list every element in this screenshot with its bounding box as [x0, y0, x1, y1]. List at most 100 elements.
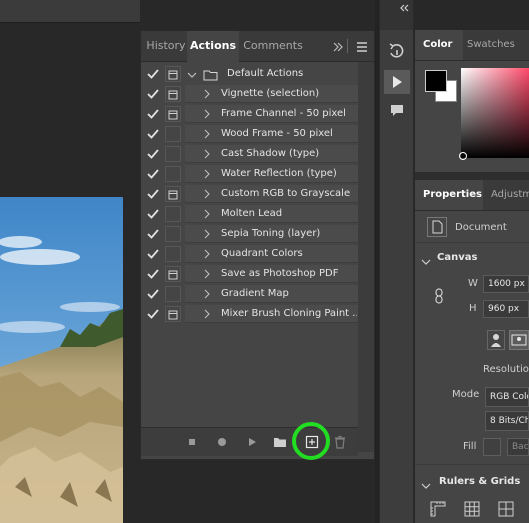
action-row[interactable]: Molten Lead — [141, 204, 358, 224]
dialog-toggle-icon[interactable] — [165, 306, 181, 322]
action-set-row[interactable]: Default Actions — [141, 64, 358, 84]
chevron-right-icon[interactable] — [203, 85, 211, 103]
tab-comments[interactable]: Comments — [241, 31, 305, 61]
check-icon[interactable] — [145, 86, 161, 102]
dialog-toggle-empty[interactable] — [165, 126, 181, 142]
record-icon[interactable] — [213, 433, 231, 451]
link-icon[interactable] — [433, 288, 445, 304]
tab-actions[interactable]: Actions — [187, 31, 239, 62]
check-icon[interactable] — [145, 246, 161, 262]
document-photo[interactable] — [0, 197, 123, 523]
dialog-toggle-icon[interactable] — [165, 186, 181, 202]
dialog-toggle-icon[interactable] — [165, 266, 181, 282]
tab-adjustments[interactable]: Adjustm — [483, 180, 529, 210]
check-icon[interactable] — [145, 186, 161, 202]
check-icon[interactable] — [145, 166, 161, 182]
chevron-right-icon[interactable] — [203, 205, 211, 223]
action-row[interactable]: Quadrant Colors — [141, 244, 358, 264]
height-field[interactable]: 960 px — [483, 300, 529, 318]
check-icon[interactable] — [145, 126, 161, 142]
action-item[interactable]: Cast Shadow (type) — [185, 145, 358, 163]
check-icon[interactable] — [145, 286, 161, 302]
dialog-toggle-icon[interactable] — [165, 66, 181, 82]
tab-swatches[interactable]: Swatches — [459, 30, 527, 60]
dialog-toggle-empty[interactable] — [165, 246, 181, 262]
portrait-orientation-icon[interactable] — [487, 330, 505, 350]
dialog-toggle-icon[interactable] — [165, 106, 181, 122]
chevron-right-icon[interactable] — [203, 225, 211, 243]
action-item[interactable]: Molten Lead — [185, 205, 358, 223]
stop-icon[interactable] — [183, 433, 201, 451]
dialog-toggle-empty[interactable] — [165, 206, 181, 222]
landscape-orientation-icon[interactable] — [509, 330, 529, 350]
color-picker-field[interactable] — [461, 68, 529, 158]
action-row[interactable]: Frame Channel - 50 pixel — [141, 104, 358, 124]
actions-panel-button[interactable] — [384, 70, 410, 94]
fill-color-swatch[interactable] — [483, 438, 501, 456]
width-field[interactable]: 1600 px — [483, 275, 529, 293]
dialog-toggle-icon[interactable] — [165, 86, 181, 102]
chevron-right-icon[interactable] — [203, 125, 211, 143]
action-item[interactable]: Save as Photoshop PDF — [185, 265, 358, 283]
play-icon[interactable] — [243, 433, 261, 451]
action-row[interactable]: Custom RGB to Grayscale — [141, 184, 358, 204]
trash-icon[interactable] — [331, 433, 349, 451]
check-icon[interactable] — [145, 146, 161, 162]
comment-icon[interactable] — [384, 98, 410, 122]
action-row[interactable]: Cast Shadow (type) — [141, 144, 358, 164]
chevron-down-icon[interactable] — [185, 67, 199, 81]
dialog-toggle-empty[interactable] — [165, 226, 181, 242]
fill-select[interactable]: Bac — [507, 438, 529, 456]
chevron-right-icon[interactable] — [203, 165, 211, 183]
tab-history[interactable]: History — [145, 31, 187, 61]
action-item[interactable]: Frame Channel - 50 pixel — [185, 105, 358, 123]
mode-select[interactable]: RGB Colo — [485, 387, 529, 407]
action-row[interactable]: Gradient Map — [141, 284, 358, 304]
action-item[interactable]: Water Reflection (type) — [185, 165, 358, 183]
bit-depth-select[interactable]: 8 Bits/Ch — [485, 411, 529, 431]
chevron-down-icon[interactable] — [421, 476, 431, 489]
new-set-folder-icon[interactable] — [271, 433, 289, 451]
dialog-toggle-empty[interactable] — [165, 146, 181, 162]
action-row[interactable]: Vignette (selection) — [141, 84, 358, 104]
action-row[interactable]: Save as Photoshop PDF — [141, 264, 358, 284]
check-icon[interactable] — [145, 226, 161, 242]
collapse-icon[interactable] — [396, 0, 412, 14]
action-item[interactable]: Mixer Brush Cloning Paint ... — [185, 305, 358, 323]
foreground-color-swatch[interactable] — [425, 70, 447, 92]
panel-menu-icon[interactable] — [355, 39, 369, 53]
guides-icon[interactable] — [497, 500, 515, 518]
grid-icon[interactable] — [463, 500, 481, 518]
ruler-icon[interactable] — [429, 500, 447, 518]
action-row[interactable]: Water Reflection (type) — [141, 164, 358, 184]
chevron-right-icon[interactable] — [203, 185, 211, 203]
check-icon[interactable] — [145, 106, 161, 122]
action-row[interactable]: Sepia Toning (layer) — [141, 224, 358, 244]
check-icon[interactable] — [145, 266, 161, 282]
color-picker-handle[interactable] — [459, 152, 467, 160]
action-item[interactable]: Wood Frame - 50 pixel — [185, 125, 358, 143]
action-item[interactable]: Sepia Toning (layer) — [185, 225, 358, 243]
dialog-toggle-empty[interactable] — [165, 166, 181, 182]
check-icon[interactable] — [145, 66, 161, 82]
action-row[interactable]: Mixer Brush Cloning Paint ... — [141, 304, 358, 324]
action-item[interactable]: Vignette (selection) — [185, 85, 358, 103]
tab-properties[interactable]: Properties — [415, 180, 483, 210]
action-item[interactable]: Custom RGB to Grayscale — [185, 185, 358, 203]
chevron-down-icon[interactable] — [421, 252, 431, 265]
tab-color[interactable]: Color — [415, 30, 463, 60]
action-row[interactable]: Wood Frame - 50 pixel — [141, 124, 358, 144]
panel-expand-icon[interactable] — [331, 39, 345, 53]
chevron-right-icon[interactable] — [203, 305, 211, 323]
chevron-right-icon[interactable] — [203, 285, 211, 303]
chevron-right-icon[interactable] — [203, 105, 211, 123]
chevron-right-icon[interactable] — [203, 265, 211, 283]
dialog-toggle-empty[interactable] — [165, 286, 181, 302]
action-item[interactable]: Quadrant Colors — [185, 245, 358, 263]
check-icon[interactable] — [145, 306, 161, 322]
check-icon[interactable] — [145, 206, 161, 222]
chevron-right-icon[interactable] — [203, 145, 211, 163]
action-item[interactable]: Gradient Map — [185, 285, 358, 303]
chevron-right-icon[interactable] — [203, 245, 211, 263]
history-brush-icon[interactable] — [384, 40, 410, 64]
